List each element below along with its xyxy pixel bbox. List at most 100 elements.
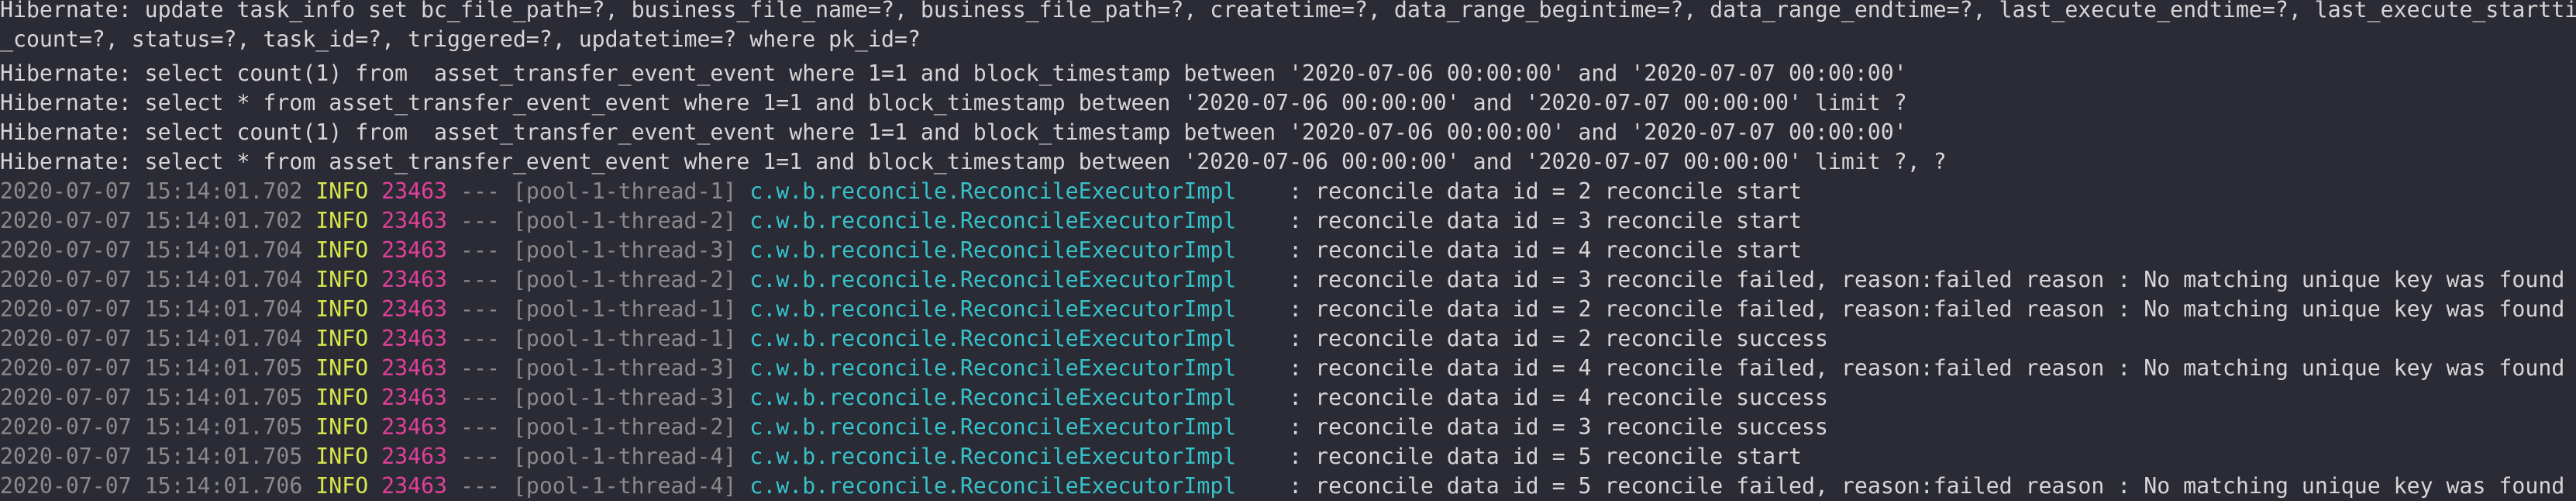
log-level: INFO — [302, 178, 369, 204]
log-colon: : — [1236, 385, 1316, 410]
terminal-output[interactable]: Hibernate: update task_info set bc_file_… — [0, 0, 2576, 501]
log-timestamp: 2020-07-07 15:14:01.702 — [0, 208, 303, 233]
log-timestamp: 2020-07-07 15:14:01.704 — [0, 237, 303, 263]
log-pid: 23463 — [381, 208, 448, 233]
log-separator: --- — [447, 385, 513, 410]
log-thread: [pool-1-thread-2] — [512, 414, 737, 440]
log-colon: : — [1236, 444, 1316, 469]
log-pid: 23463 — [381, 267, 448, 292]
log-message: reconcile data id = 2 reconcile failed, … — [1315, 296, 2565, 322]
log-line: 2020-07-07 15:14:01.706 INFO 23463 --- [… — [0, 472, 2564, 501]
log-thread: [pool-1-thread-3] — [512, 385, 737, 410]
log-pid: 23463 — [381, 178, 448, 204]
log-level: INFO — [302, 473, 369, 499]
log-logger: c.w.b.reconcile.ReconcileExecutorImpl — [749, 385, 1237, 410]
log-level: INFO — [302, 355, 369, 381]
log-separator: --- — [447, 237, 513, 263]
log-message: reconcile data id = 3 reconcile start — [1315, 208, 1803, 233]
log-colon: : — [1236, 473, 1316, 499]
log-message: reconcile data id = 2 reconcile success — [1315, 326, 1828, 351]
log-logger: c.w.b.reconcile.ReconcileExecutorImpl — [749, 326, 1237, 351]
log-colon: : — [1236, 208, 1316, 233]
log-line: 2020-07-07 15:14:01.704 INFO 23463 --- [… — [0, 265, 2564, 295]
log-thread: [pool-1-thread-2] — [512, 267, 737, 292]
log-thread: [pool-1-thread-1] — [512, 296, 737, 322]
log-pid: 23463 — [381, 355, 448, 381]
log-thread: [pool-1-thread-2] — [512, 208, 737, 233]
log-thread: [pool-1-thread-3] — [512, 237, 737, 263]
log-logger: c.w.b.reconcile.ReconcileExecutorImpl — [749, 414, 1237, 440]
log-separator: --- — [447, 414, 513, 440]
log-colon: : — [1236, 414, 1316, 440]
log-line: 2020-07-07 15:14:01.702 INFO 23463 --- [… — [0, 206, 1802, 236]
log-separator: --- — [447, 444, 513, 469]
log-colon: : — [1236, 178, 1316, 204]
log-pid: 23463 — [381, 414, 448, 440]
log-pid: 23463 — [381, 326, 448, 351]
log-colon: : — [1236, 237, 1316, 263]
log-message: reconcile data id = 3 reconcile failed, … — [1315, 267, 2565, 292]
log-pid: 23463 — [381, 473, 448, 499]
log-line: 2020-07-07 15:14:01.705 INFO 23463 --- [… — [0, 354, 2564, 383]
log-level: INFO — [302, 414, 369, 440]
log-message: reconcile data id = 4 reconcile failed, … — [1315, 355, 2565, 381]
log-logger: c.w.b.reconcile.ReconcileExecutorImpl — [749, 355, 1237, 381]
log-separator: --- — [447, 178, 513, 204]
log-level: INFO — [302, 208, 369, 233]
log-thread: [pool-1-thread-4] — [512, 473, 737, 499]
log-timestamp: 2020-07-07 15:14:01.705 — [0, 385, 303, 410]
log-timestamp: 2020-07-07 15:14:01.705 — [0, 444, 303, 469]
hibernate-line: Hibernate: select count(1) from asset_tr… — [0, 119, 1907, 145]
log-level: INFO — [302, 296, 369, 322]
log-thread: [pool-1-thread-3] — [512, 355, 737, 381]
log-message: reconcile data id = 3 reconcile success — [1315, 414, 1828, 440]
log-logger: c.w.b.reconcile.ReconcileExecutorImpl — [749, 296, 1237, 322]
log-timestamp: 2020-07-07 15:14:01.705 — [0, 355, 303, 381]
log-thread: [pool-1-thread-1] — [512, 326, 737, 351]
log-logger: c.w.b.reconcile.ReconcileExecutorImpl — [749, 444, 1237, 469]
log-level: INFO — [302, 267, 369, 292]
log-colon: : — [1236, 267, 1316, 292]
log-timestamp: 2020-07-07 15:14:01.704 — [0, 326, 303, 351]
hibernate-line: Hibernate: select * from asset_transfer_… — [0, 90, 1907, 116]
log-message: reconcile data id = 5 reconcile start — [1315, 444, 1803, 469]
log-line: 2020-07-07 15:14:01.704 INFO 23463 --- [… — [0, 295, 2564, 324]
log-line: 2020-07-07 15:14:01.705 INFO 23463 --- [… — [0, 383, 1828, 413]
log-pid: 23463 — [381, 444, 448, 469]
log-level: INFO — [302, 444, 369, 469]
log-logger: c.w.b.reconcile.ReconcileExecutorImpl — [749, 267, 1237, 292]
log-pid: 23463 — [381, 296, 448, 322]
log-thread: [pool-1-thread-1] — [512, 178, 737, 204]
log-logger: c.w.b.reconcile.ReconcileExecutorImpl — [749, 178, 1237, 204]
log-separator: --- — [447, 296, 513, 322]
log-message: reconcile data id = 5 reconcile failed, … — [1315, 473, 2565, 499]
log-line: 2020-07-07 15:14:01.702 INFO 23463 --- [… — [0, 177, 1802, 206]
log-separator: --- — [447, 473, 513, 499]
log-line: 2020-07-07 15:14:01.705 INFO 23463 --- [… — [0, 442, 1802, 472]
log-separator: --- — [447, 326, 513, 351]
log-colon: : — [1236, 355, 1316, 381]
log-timestamp: 2020-07-07 15:14:01.705 — [0, 414, 303, 440]
log-line: 2020-07-07 15:14:01.704 INFO 23463 --- [… — [0, 324, 1828, 354]
log-separator: --- — [447, 355, 513, 381]
log-separator: --- — [447, 208, 513, 233]
log-colon: : — [1236, 326, 1316, 351]
log-colon: : — [1236, 296, 1316, 322]
log-level: INFO — [302, 326, 369, 351]
log-line: 2020-07-07 15:14:01.704 INFO 23463 --- [… — [0, 236, 1802, 265]
log-timestamp: 2020-07-07 15:14:01.706 — [0, 473, 303, 499]
log-message: reconcile data id = 4 reconcile success — [1315, 385, 1828, 410]
log-message: reconcile data id = 4 reconcile start — [1315, 237, 1803, 263]
log-separator: --- — [447, 267, 513, 292]
log-logger: c.w.b.reconcile.ReconcileExecutorImpl — [749, 208, 1237, 233]
hibernate-line: Hibernate: select count(1) from asset_tr… — [0, 60, 1907, 86]
log-pid: 23463 — [381, 237, 448, 263]
hibernate-line: Hibernate: update task_info set bc_file_… — [0, 0, 2576, 22]
hibernate-line: _count=?, status=?, task_id=?, triggered… — [0, 26, 921, 52]
log-logger: c.w.b.reconcile.ReconcileExecutorImpl — [749, 473, 1237, 499]
log-level: INFO — [302, 237, 369, 263]
log-level: INFO — [302, 385, 369, 410]
log-message: reconcile data id = 2 reconcile start — [1315, 178, 1803, 204]
log-pid: 23463 — [381, 385, 448, 410]
log-line: 2020-07-07 15:14:01.705 INFO 23463 --- [… — [0, 413, 1828, 442]
